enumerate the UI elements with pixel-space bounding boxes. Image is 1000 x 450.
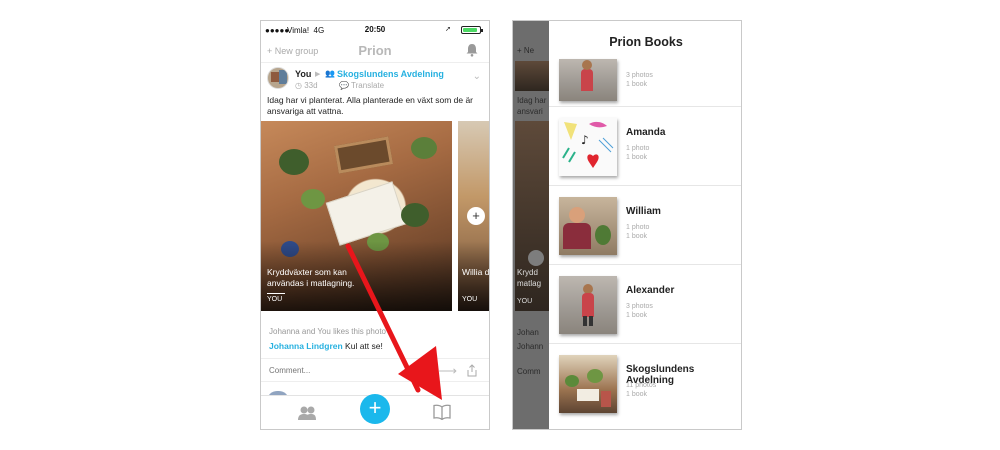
book-photo-count: 11 photos <box>626 382 657 389</box>
post-age: 33d <box>304 81 318 90</box>
books-drawer: Prion Books 3 photos 1 book ♪ Amanda 1 p… <box>549 21 741 429</box>
arrow-right-icon: ▶ <box>315 71 321 78</box>
clock: 20:50 <box>364 25 386 34</box>
speech-bubble-icon: 💬 <box>339 81 349 90</box>
translate-button[interactable]: 💬 Translate <box>339 81 384 90</box>
next-photo[interactable]: + Willia den fö YOU <box>458 121 490 311</box>
chevron-down-icon[interactable]: ⌄ <box>473 71 481 82</box>
book-name: Amanda <box>626 127 666 138</box>
post-text: Idag har vi planterat. Alla planterade e… <box>267 95 474 116</box>
book-thumbnail: ♪ <box>559 118 617 176</box>
photo-caption: Kryddväxter som kan användas i matlagnin… <box>267 267 355 288</box>
book-photo-count: 1 photo <box>626 145 650 152</box>
book-count: 1 book <box>626 391 648 398</box>
post-photo[interactable]: Kryddväxter som kan användas i matlagnin… <box>261 121 452 311</box>
svg-text:♪: ♪ <box>581 133 589 147</box>
dimmed-feed-overlay[interactable]: + Ne Idag har ansvari Krydd matlag YOU J… <box>513 21 549 429</box>
book-item[interactable]: William 1 photo 1 book <box>549 185 741 264</box>
book-thumbnail <box>559 276 617 334</box>
book-name: Alexander <box>626 285 675 296</box>
next-photo-user: YOU <box>462 296 478 303</box>
send-arrow-icon[interactable]: ⟶ <box>438 363 457 379</box>
bell-icon[interactable] <box>465 43 479 57</box>
book-item[interactable]: 3 photos 1 book <box>549 27 741 106</box>
book-count: 1 book <box>626 312 648 319</box>
book-count: 1 book <box>626 81 648 88</box>
photo-user: YOU <box>267 296 283 303</box>
avatar[interactable] <box>267 67 289 89</box>
next-photo-caption: Willia den fö <box>462 267 490 277</box>
book-item[interactable]: Alexander 3 photos 1 book <box>549 264 741 343</box>
add-button[interactable]: + <box>360 394 390 424</box>
likes-summary[interactable]: Johanna and You likes this photo <box>269 327 386 336</box>
app-title: Prion <box>358 43 392 58</box>
post-header: You ▶ 👥 Skogslundens Avdelning ◷ 33d 💬 T… <box>261 65 489 95</box>
book-count: 1 book <box>626 233 648 240</box>
share-icon[interactable] <box>467 364 477 377</box>
book-icon[interactable] <box>433 404 451 420</box>
battery-icon <box>461 26 483 34</box>
book-item[interactable]: ♪ Amanda 1 photo 1 book <box>549 106 741 185</box>
comment-bar: ⟶ <box>261 358 489 382</box>
feed-screen: ●●●●● Vimla! 4G 20:50 ➚ + New group Prio… <box>260 20 490 430</box>
book-name: William <box>626 206 661 217</box>
group-icon: 👥 <box>325 69 335 78</box>
comment-text: Kul att se! <box>345 341 383 351</box>
comment: Johanna Lindgren Kul att se! <box>269 341 383 351</box>
clock-icon: ◷ <box>295 81 302 90</box>
plus-icon[interactable]: + <box>467 207 485 225</box>
book-item[interactable]: Skogslundens Avdelning 11 photos 1 book <box>549 343 741 422</box>
comment-author[interactable]: Johanna Lindgren <box>269 341 343 351</box>
book-thumbnail <box>559 197 617 255</box>
status-bar: ●●●●● Vimla! 4G 20:50 ➚ <box>261 21 489 39</box>
book-photo-count: 3 photos <box>626 303 653 310</box>
book-photo-count: 1 photo <box>626 224 650 231</box>
book-thumbnail <box>559 59 617 101</box>
tab-bar: + <box>261 394 489 429</box>
books-screen: + Ne Idag har ansvari Krydd matlag YOU J… <box>512 20 742 430</box>
book-photo-count: 3 photos <box>626 72 653 79</box>
post-group-link[interactable]: Skogslundens Avdelning <box>337 69 444 79</box>
people-icon[interactable] <box>297 405 317 421</box>
book-count: 1 book <box>626 154 648 161</box>
book-thumbnail <box>559 355 617 413</box>
comment-input[interactable] <box>269 366 419 375</box>
location-icon: ➚ <box>445 26 451 33</box>
app-header: + New group Prion <box>261 39 489 63</box>
post-author[interactable]: You <box>295 69 311 79</box>
